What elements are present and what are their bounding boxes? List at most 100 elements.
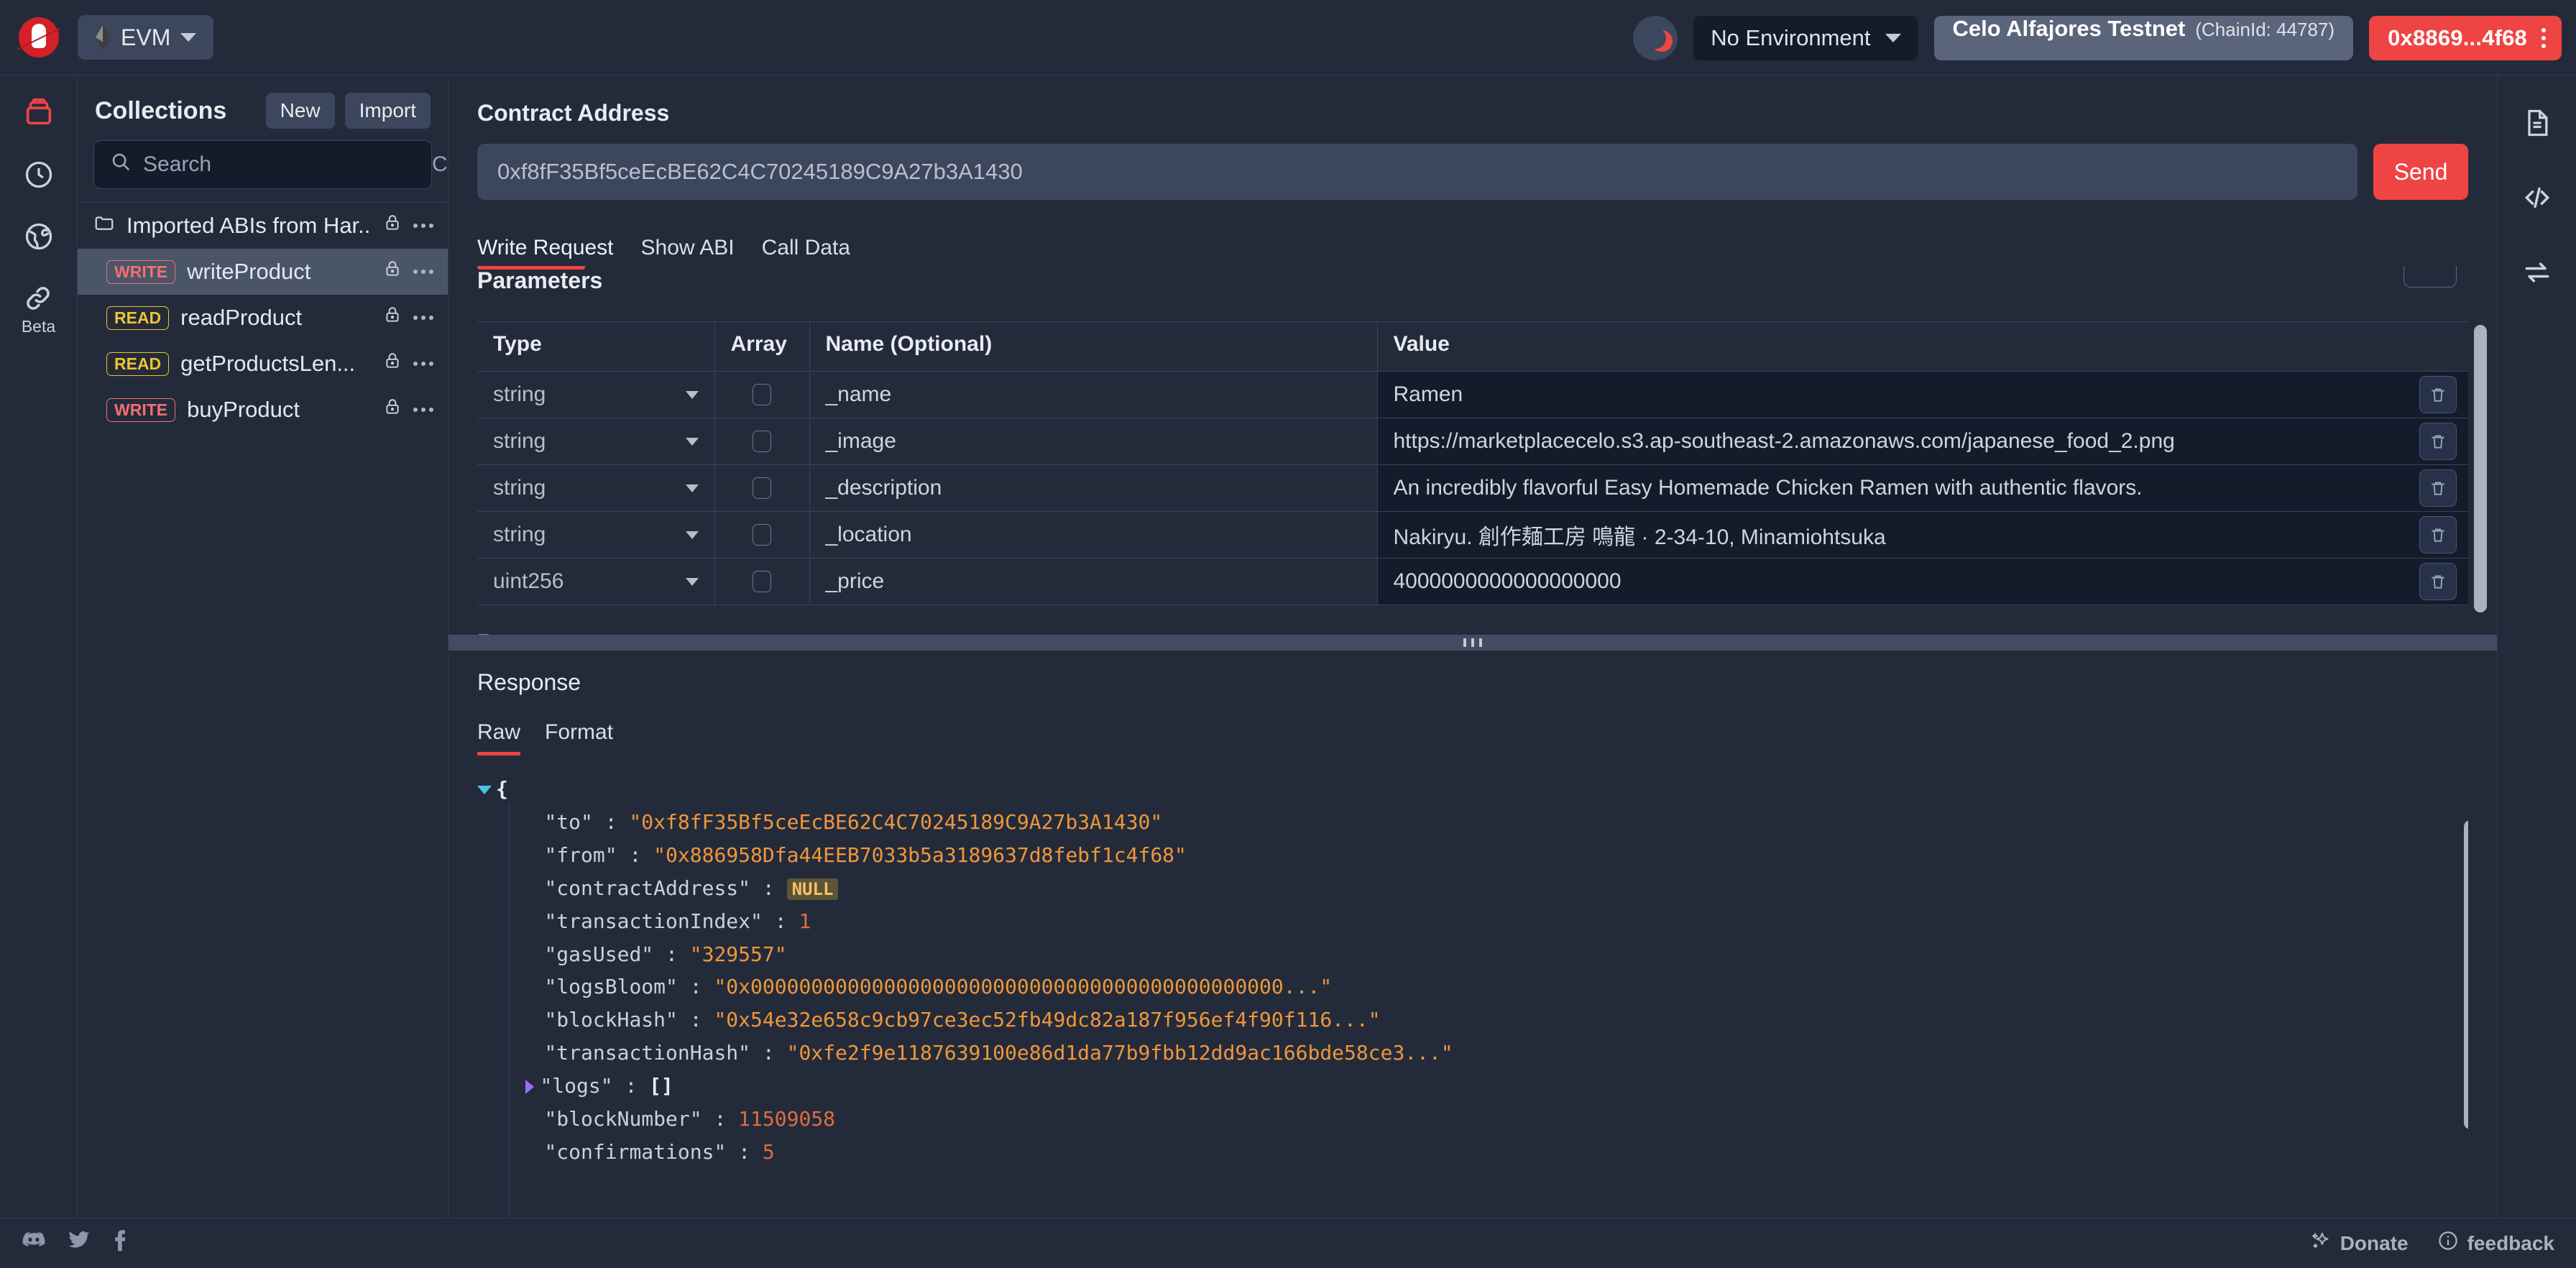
json-line: "blockHash" : "0x54e32e658c9cb97ce3ec52f… [544, 1008, 1381, 1032]
tab-raw[interactable]: Raw [477, 720, 521, 755]
sidebar-item-label: getProductsLen... [180, 351, 356, 376]
bottom-bar: Donate feedback [0, 1218, 2576, 1268]
lock-icon[interactable] [383, 396, 402, 423]
search-input[interactable] [143, 152, 420, 177]
ellipsis-icon[interactable] [413, 408, 433, 412]
cell-type[interactable]: uint256 [477, 558, 714, 605]
request-tabs: Write Request Show ABI Call Data [477, 236, 2468, 265]
cell-value[interactable]: https://marketplacecelo.s3.ap-southeast-… [1376, 418, 2468, 465]
parameters-scrollbar[interactable] [2474, 325, 2487, 612]
sidebar-item-readProduct[interactable]: READ readProduct [78, 295, 448, 341]
array-checkbox[interactable] [753, 524, 771, 546]
new-collection-button[interactable]: New [265, 93, 335, 129]
cell-value[interactable]: An incredibly flavorful Easy Homemade Ch… [1376, 464, 2468, 512]
ellipsis-icon[interactable] [413, 362, 433, 366]
rail-item-collections[interactable] [22, 96, 55, 129]
response-json[interactable]: { "to" : "0xf8fF35Bf5ceEcBE62C4C70245189… [477, 773, 2468, 1218]
cell-name[interactable]: _name [809, 371, 1377, 418]
response-pane: Response Raw Format { "to" : "0xf8fF35Bf… [448, 651, 2497, 1218]
param-value: 4000000000000000000 [1393, 569, 1622, 593]
array-checkbox[interactable] [753, 477, 771, 499]
trash-icon[interactable] [2419, 563, 2457, 600]
cell-array [714, 511, 809, 559]
chevron-down-icon [685, 577, 699, 586]
environment-selector[interactable]: No Environment [1693, 15, 1918, 60]
table-row: uint256 _price 4000000000000000000 [477, 558, 2468, 605]
param-name: _description [825, 476, 942, 500]
parameters-header-row: Type Array Name (Optional) Value [477, 321, 2468, 372]
document-icon[interactable] [2521, 107, 2553, 144]
cell-value[interactable]: Nakiryu. 創作麺工房 鳴龍 · 2-34-10, Minamiohtsu… [1376, 511, 2468, 559]
lock-icon[interactable] [383, 350, 402, 377]
app-logo[interactable] [0, 17, 78, 58]
lock-icon[interactable] [383, 258, 402, 285]
expand-caret-icon[interactable] [525, 1080, 535, 1095]
sidebar-item-buyProduct[interactable]: WRITE buyProduct [78, 387, 448, 433]
collection-folder-row[interactable]: Imported ABIs from Har... [78, 203, 448, 249]
cell-type[interactable]: string [477, 418, 714, 465]
social-links [22, 1229, 128, 1257]
response-scrollbar[interactable] [2464, 820, 2468, 1129]
lock-icon[interactable] [383, 304, 402, 331]
network-selector[interactable]: Celo Alfajores Testnet (ChainId: 44787) [1933, 15, 2354, 60]
array-checkbox[interactable] [753, 431, 771, 452]
sidebar-item-label: readProduct [180, 305, 303, 330]
tab-format[interactable]: Format [545, 720, 613, 755]
array-checkbox[interactable] [753, 384, 771, 405]
tab-write-request[interactable]: Write Request [477, 236, 614, 265]
cell-value[interactable]: 4000000000000000000 [1376, 558, 2468, 605]
feedback-button[interactable]: feedback [2437, 1230, 2554, 1256]
chain-type-selector[interactable]: EVM [78, 15, 214, 60]
trash-icon[interactable] [2419, 423, 2457, 460]
cell-name[interactable]: _description [809, 464, 1377, 512]
array-checkbox[interactable] [753, 571, 771, 592]
swap-arrows-icon[interactable] [2521, 257, 2554, 294]
cell-value[interactable]: Ramen [1376, 371, 2468, 418]
method-tag: WRITE [106, 398, 176, 422]
ethereum-icon [95, 25, 111, 50]
json-line: "logs" : [] [477, 1070, 2468, 1103]
cell-name[interactable]: _location [809, 511, 1377, 559]
theme-toggle-button[interactable] [1633, 15, 1678, 60]
discord-icon[interactable] [22, 1230, 46, 1256]
ellipsis-icon[interactable] [413, 224, 433, 228]
rail-item-link[interactable]: Beta [22, 282, 55, 336]
tab-call-data[interactable]: Call Data [762, 236, 850, 265]
donate-button[interactable]: Donate [2310, 1230, 2409, 1256]
search-box[interactable]: Clear [93, 140, 484, 189]
contract-address-input[interactable] [477, 144, 2358, 200]
ellipsis-icon[interactable] [413, 270, 433, 274]
json-indent-guide [509, 803, 510, 1218]
rail-item-link-label: Beta [21, 317, 56, 336]
cell-name[interactable]: _image [809, 418, 1377, 465]
trash-icon[interactable] [2419, 516, 2457, 553]
cell-type[interactable]: string [477, 371, 714, 418]
remix-logo-icon [19, 17, 59, 58]
feedback-label: feedback [2467, 1231, 2554, 1254]
rail-item-network[interactable] [23, 221, 55, 252]
lock-icon[interactable] [383, 212, 402, 239]
tab-show-abi[interactable]: Show ABI [641, 236, 735, 265]
sidebar-item-writeProduct[interactable]: WRITE writeProduct [78, 249, 448, 295]
code-icon[interactable] [2520, 182, 2554, 219]
pane-splitter[interactable] [448, 635, 2497, 651]
import-collection-button[interactable]: Import [344, 93, 431, 129]
trash-icon[interactable] [2419, 376, 2457, 413]
add-parameter-button[interactable] [2404, 266, 2457, 288]
account-address-button[interactable]: 0x8869...4f68 [2369, 15, 2562, 60]
top-bar: EVM No Environment Celo Alfajores Testne… [0, 0, 2576, 75]
sidebar-item-getProductsLength[interactable]: READ getProductsLen... [78, 341, 448, 387]
collapse-caret-icon[interactable] [477, 786, 492, 794]
table-row: string _location Nakiryu. 創作麺工房 鳴龍 · 2-3… [477, 511, 2468, 559]
send-button[interactable]: Send [2373, 144, 2468, 200]
kebab-menu-icon[interactable] [2542, 27, 2546, 48]
facebook-icon[interactable] [112, 1229, 128, 1257]
cell-type[interactable]: string [477, 464, 714, 512]
ellipsis-icon[interactable] [413, 316, 433, 320]
cell-type[interactable]: string [477, 511, 714, 559]
cell-name[interactable]: _price [809, 558, 1377, 605]
parameters-scroll-area[interactable]: Parameters Type Array Name (Optional) Va… [448, 266, 2497, 635]
rail-item-history[interactable] [23, 159, 55, 190]
twitter-icon[interactable] [68, 1230, 91, 1256]
trash-icon[interactable] [2419, 469, 2457, 507]
